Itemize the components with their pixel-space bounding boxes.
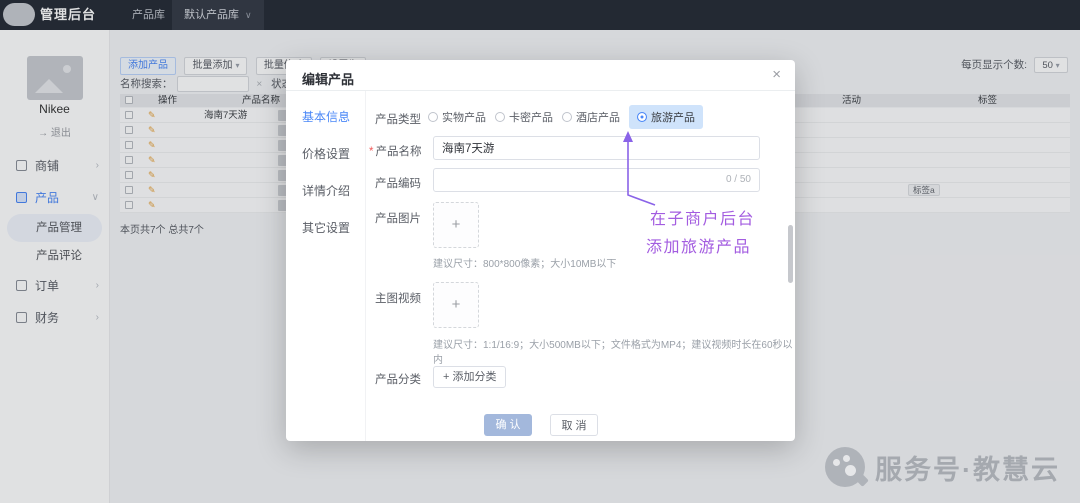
radio-card-product[interactable]: 卡密产品 — [495, 109, 553, 125]
product-category-label: 产品分类 — [375, 371, 421, 387]
radio-icon — [495, 112, 505, 122]
required-mark: * — [369, 146, 373, 158]
radio-icon — [428, 112, 438, 122]
modal-scrollbar-thumb[interactable] — [788, 225, 793, 283]
modal-tab-divider — [365, 91, 366, 441]
tab-basic-info[interactable]: 基本信息 — [302, 108, 360, 125]
annotation-line1: 在子商户后台 — [650, 205, 755, 229]
radio-label: 旅游产品 — [651, 109, 695, 125]
annotation-line2: 添加旅游产品 — [646, 233, 751, 257]
annotation-arrow — [600, 125, 720, 217]
radio-physical-product[interactable]: 实物产品 — [428, 109, 486, 125]
product-name-label: *产品名称 — [369, 143, 421, 159]
radio-label: 卡密产品 — [509, 109, 553, 125]
video-upload-box[interactable]: + — [433, 282, 479, 328]
plus-icon: + — [452, 296, 461, 313]
tab-detail-intro[interactable]: 详情介绍 — [302, 182, 360, 199]
app-root: 管理后台 产品库 默认产品库∨ Nikee → 退出 商铺 › 产品 ∨ 产品管… — [0, 0, 1080, 503]
radio-icon — [562, 112, 572, 122]
product-image-label: 产品图片 — [375, 210, 421, 226]
image-upload-box[interactable]: + — [433, 202, 479, 248]
modal-title: 编辑产品 — [302, 69, 354, 88]
radio-label: 实物产品 — [442, 109, 486, 125]
close-icon[interactable]: × — [772, 66, 781, 83]
tab-other-settings[interactable]: 其它设置 — [302, 219, 360, 236]
watermark-logo-icon — [825, 447, 865, 487]
cancel-button[interactable]: 取 消 — [550, 414, 598, 436]
tab-price-settings[interactable]: 价格设置 — [302, 145, 360, 162]
radio-label: 酒店产品 — [576, 109, 620, 125]
watermark: 服务号·教慧云 — [825, 447, 1060, 487]
video-hint: 建议尺寸：1:1/16:9；大小500MB以下；文件格式为MP4；建议视频时长在… — [433, 336, 795, 366]
char-counter: 0 / 50 — [726, 169, 751, 191]
product-name-label-text: 产品名称 — [375, 146, 421, 158]
watermark-text: 服务号·教慧云 — [875, 448, 1060, 487]
plus-icon: + — [452, 216, 461, 233]
image-hint: 建议尺寸：800*800像素；大小10MB以下 — [433, 255, 616, 270]
main-video-label: 主图视频 — [375, 290, 421, 306]
product-code-label: 产品编码 — [375, 175, 421, 191]
logo-placeholder — [3, 3, 35, 26]
confirm-button[interactable]: 确 认 — [484, 414, 532, 436]
radio-hotel-product[interactable]: 酒店产品 — [562, 109, 620, 125]
modal-divider — [286, 90, 795, 91]
product-type-label: 产品类型 — [375, 111, 421, 127]
radio-checked-icon — [637, 112, 647, 122]
add-category-button[interactable]: + 添加分类 — [433, 366, 506, 388]
